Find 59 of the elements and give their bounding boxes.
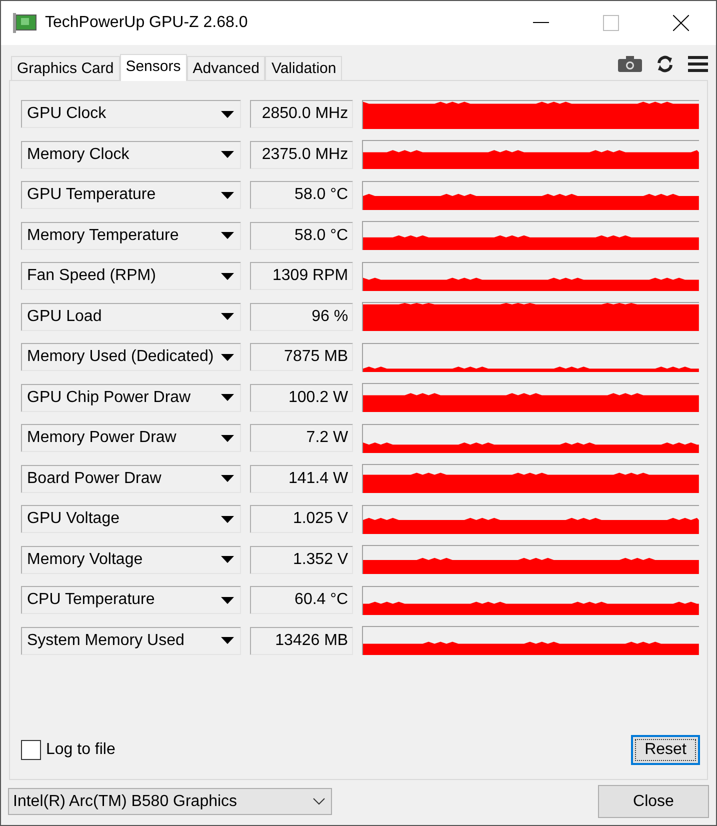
- close-button[interactable]: Close: [598, 785, 709, 818]
- close-icon[interactable]: [673, 15, 689, 31]
- caret-icon: [220, 192, 234, 199]
- caret-icon: [220, 151, 234, 158]
- sensor-value: 2375.0 MHz: [250, 140, 354, 169]
- sensor-dropdown[interactable]: CPU Temperature: [21, 586, 241, 614]
- sensor-value: 13426 MB: [250, 626, 354, 655]
- tab[interactable]: Graphics Card: [11, 56, 120, 80]
- sensor-dropdown[interactable]: Memory Clock: [21, 140, 241, 169]
- sensor-value: 100.2 W: [250, 384, 354, 412]
- caret-icon: [220, 110, 234, 118]
- sensor-value: 60.4 °C: [250, 586, 354, 614]
- caret-icon: [220, 475, 234, 482]
- sensor-value: 58.0 °C: [250, 222, 354, 250]
- caret-icon: [220, 434, 234, 442]
- caret-icon: [220, 596, 234, 604]
- sensor-dropdown[interactable]: GPU Load: [21, 302, 241, 331]
- sensor-dropdown[interactable]: Memory Used (Dedicated): [21, 343, 241, 372]
- sensor-dropdown[interactable]: GPU Clock: [21, 100, 241, 128]
- graphics-card-icon: [13, 13, 37, 33]
- sensor-value: 7.2 W: [250, 424, 354, 452]
- sensor-value: 1.352 V: [250, 546, 354, 574]
- tab[interactable]: Advanced: [186, 56, 266, 80]
- tab[interactable]: Validation: [265, 56, 342, 80]
- sensor-value: 141.4 W: [250, 464, 354, 493]
- sensor-value: 58.0 °C: [250, 181, 354, 210]
- chevron-icon: [313, 798, 325, 805]
- sensor-dropdown[interactable]: Fan Speed (RPM): [21, 262, 241, 290]
- caret-icon: [220, 556, 234, 564]
- caret-icon: [220, 232, 234, 240]
- caret-icon: [220, 272, 234, 280]
- camera-icon[interactable]: [618, 56, 642, 72]
- sensor-dropdown[interactable]: Memory Power Draw: [21, 424, 241, 452]
- checkbox[interactable]: [21, 740, 41, 760]
- caret-icon: [220, 516, 234, 523]
- sensor-dropdown[interactable]: Board Power Draw: [21, 464, 241, 493]
- caret-icon: [220, 313, 234, 320]
- sensor-dropdown[interactable]: GPU Temperature: [21, 181, 241, 210]
- caret-icon: [220, 354, 234, 361]
- sensor-value: 1309 RPM: [250, 262, 354, 290]
- menu-icon[interactable]: [688, 56, 708, 72]
- sensor-dropdown[interactable]: Memory Temperature: [21, 222, 241, 250]
- refresh-icon[interactable]: [656, 54, 674, 72]
- window-title: TechPowerUp GPU-Z 2.68.0: [45, 14, 249, 32]
- sensor-value: 7875 MB: [250, 343, 354, 372]
- checkbox-label: Log to file: [46, 741, 116, 759]
- minimize-icon[interactable]: [533, 22, 549, 24]
- sensor-value: 96 %: [250, 302, 354, 331]
- caret-icon: [220, 394, 234, 402]
- sensor-dropdown[interactable]: System Memory Used: [21, 626, 241, 655]
- tab[interactable]: Sensors: [120, 54, 187, 81]
- sensor-dropdown[interactable]: Memory Voltage: [21, 546, 241, 574]
- caret-icon: [220, 637, 234, 644]
- sensor-value: 1.025 V: [250, 505, 354, 534]
- sensor-value: 2850.0 MHz: [250, 100, 354, 128]
- device-select[interactable]: Intel(R) Arc(TM) B580 Graphics: [8, 788, 332, 815]
- reset-button[interactable]: Reset: [631, 735, 700, 765]
- sensor-dropdown[interactable]: GPU Voltage: [21, 505, 241, 534]
- sensor-dropdown[interactable]: GPU Chip Power Draw: [21, 384, 241, 412]
